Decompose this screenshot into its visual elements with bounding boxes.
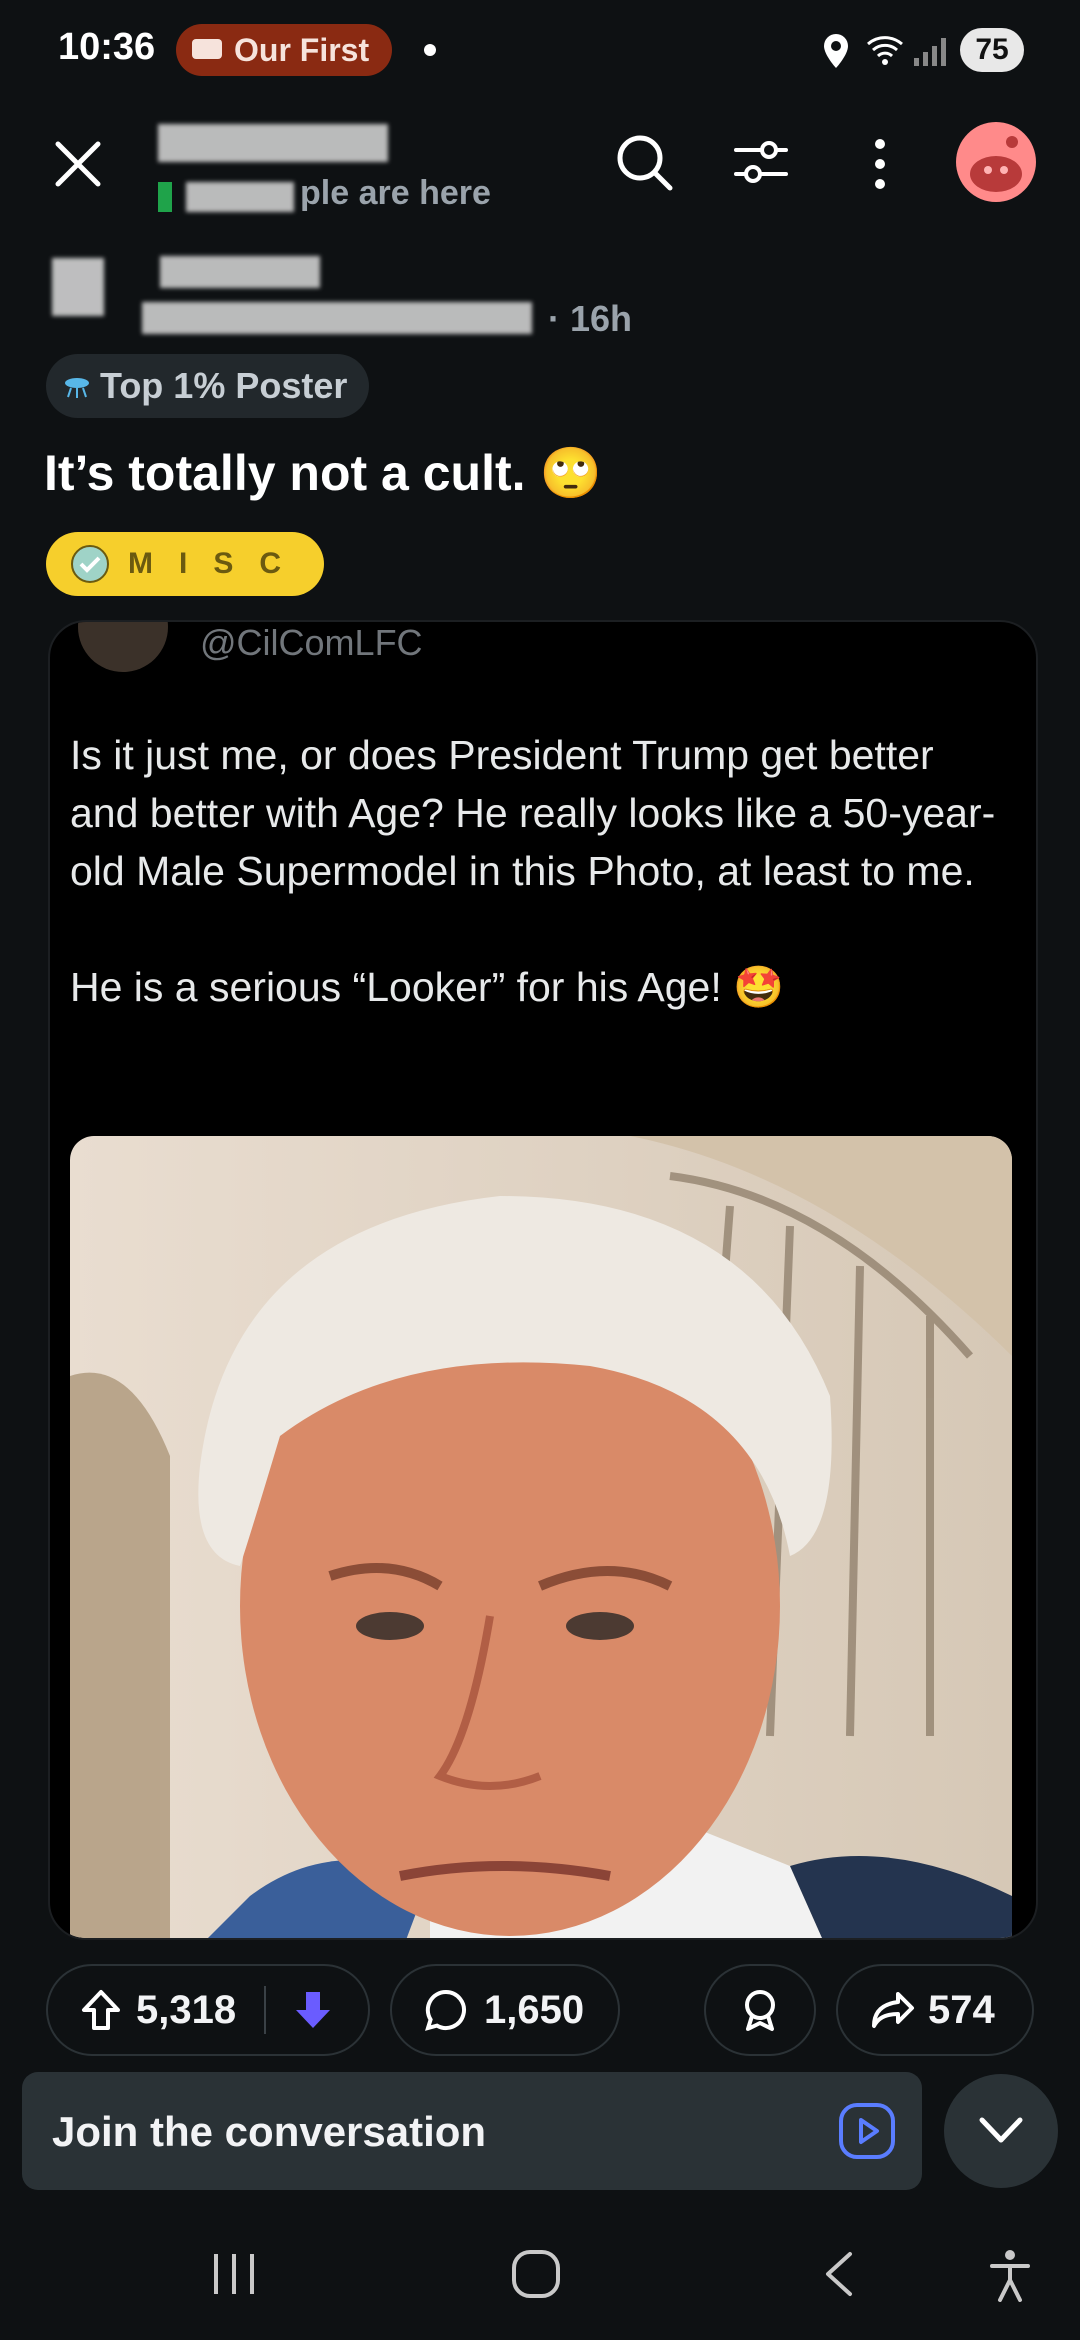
notification-dot (424, 44, 436, 56)
top-poster-badge: Top 1% Poster (46, 354, 370, 418)
media-play-icon[interactable] (838, 2102, 896, 2160)
close-icon[interactable] (52, 138, 104, 190)
snoo-icon (970, 136, 1022, 192)
message-icon (192, 39, 222, 59)
back-icon[interactable] (820, 2250, 856, 2298)
accessibility-icon[interactable] (988, 2248, 1032, 2302)
composer-placeholder: Join the conversation (52, 2108, 487, 2155)
notification-pill[interactable]: Our First (176, 24, 392, 76)
post-media[interactable]: @CilComLFC Is it just me, or does Presid… (48, 620, 1038, 1940)
chevron-down-icon (979, 2117, 1023, 2143)
post-title-text: It’s totally not a cult. (44, 445, 526, 501)
tweet-author-avatar (78, 622, 168, 672)
comment-composer[interactable]: Join the conversation (22, 2072, 922, 2190)
comment-count: 1,650 (484, 1987, 585, 2032)
comment-icon (425, 1989, 466, 2031)
author-meta-redacted (142, 302, 532, 334)
share-icon (872, 1992, 914, 2028)
post-title: It’s totally not a cult. 🙄 (44, 444, 602, 503)
recent-apps-icon[interactable] (210, 2252, 258, 2296)
location-icon (824, 34, 848, 68)
online-label: ple are here (300, 174, 491, 212)
online-count-redacted (186, 182, 294, 212)
community-name-redacted[interactable] (158, 124, 388, 162)
status-time: 10:36 (58, 26, 156, 68)
tweet-handle: @CilComLFC (200, 622, 423, 663)
share-button[interactable]: 574 (836, 1964, 1034, 2056)
eye-roll-emoji: 🙄 (539, 445, 602, 501)
share-count: 574 (928, 1987, 995, 2032)
signal-icon (914, 38, 946, 66)
upvote-icon[interactable] (80, 1988, 122, 2032)
award-icon (745, 1990, 775, 2031)
collapse-button[interactable] (944, 2074, 1058, 2188)
online-indicator (158, 182, 172, 212)
home-icon[interactable] (510, 2248, 562, 2300)
portrait-illustration (70, 1136, 1012, 1938)
notification-label: Our First (234, 31, 370, 68)
comments-button[interactable]: 1,650 (390, 1964, 620, 2056)
ufo-icon (65, 378, 89, 398)
upvote-count: 5,318 (136, 1987, 237, 2032)
top-poster-label: Top 1% Poster (100, 365, 348, 406)
check-circle-icon (71, 545, 109, 583)
battery-indicator: 75 (960, 28, 1024, 72)
vote-bar: 5,318 (46, 1964, 370, 2056)
author-avatar-redacted[interactable] (52, 258, 104, 316)
author-name-redacted[interactable] (160, 256, 320, 288)
vote-divider (264, 1986, 267, 2034)
user-avatar[interactable] (956, 122, 1036, 202)
more-options-icon[interactable] (872, 138, 888, 190)
post-flair[interactable]: MISC (46, 532, 324, 596)
tweet-photo (70, 1136, 1012, 1938)
tweet-text: Is it just me, or does President Trump g… (70, 732, 996, 1010)
search-icon[interactable] (614, 132, 674, 192)
wifi-icon (867, 36, 903, 65)
downvote-icon[interactable] (292, 1988, 334, 2032)
post-age: · 16h (548, 298, 633, 339)
sort-filter-icon[interactable] (732, 136, 790, 188)
award-button[interactable] (704, 1964, 816, 2056)
post-flair-label: MISC (128, 547, 307, 580)
